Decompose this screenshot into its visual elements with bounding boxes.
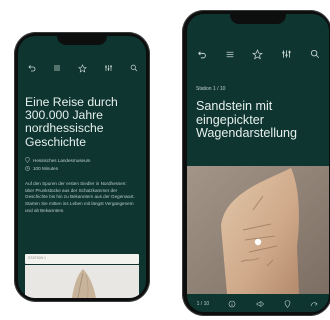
right-phone-frame: Station 1 / 10 Sandstein mit eingepickte… [182,10,330,316]
info-icon[interactable] [228,300,236,308]
list-icon[interactable] [225,50,235,59]
star-icon[interactable] [252,48,264,60]
right-phone-screen: Station 1 / 10 Sandstein mit eingepickte… [187,14,329,312]
station-indicator: Station 1 / 10 [196,86,226,92]
sliders-icon[interactable] [104,64,113,72]
left-top-nav [18,62,146,74]
location-pin-icon [25,157,30,163]
next-icon[interactable] [310,300,319,308]
left-phone-notch [57,36,107,45]
tour-location-label: Hessisches Landesmuseum [33,157,91,163]
undo-icon[interactable] [196,50,207,59]
right-phone-notch [230,14,286,24]
right-top-nav [187,48,329,60]
right-bottom-bar: 1 / 10 [187,298,329,310]
search-icon[interactable] [310,49,320,59]
star-icon[interactable] [77,63,87,73]
left-phone-screen: Eine Reise durch 300.000 Jahre nordhessi… [18,36,146,298]
left-phone-frame: Eine Reise durch 300.000 Jahre nordhessi… [14,32,150,302]
start-station-label: STATION 1 [28,256,47,260]
list-icon[interactable] [53,64,61,72]
tour-description: Auf den Spuren der ersten Siedler in Nor… [25,181,135,213]
left-artifact-image [25,265,139,298]
sliders-icon[interactable] [281,49,292,59]
start-station-button[interactable]: STATION 1 [25,254,139,264]
tour-duration-label: 100 Minuten [33,166,59,171]
location-icon[interactable] [284,300,291,308]
tour-duration: 100 Minuten [25,166,58,171]
audio-icon[interactable] [256,300,265,308]
artifact-image [187,166,329,294]
station-title: Sandstein mit eingepickter Wagendarstell… [196,99,298,141]
tour-location: Hessisches Landesmuseum [25,157,90,163]
tour-title: Eine Reise durch 300.000 Jahre nordhessi… [25,95,118,149]
clock-icon [25,166,30,171]
search-icon[interactable] [130,64,138,72]
station-counter: 1 / 10 [196,301,210,307]
undo-icon[interactable] [27,64,36,72]
